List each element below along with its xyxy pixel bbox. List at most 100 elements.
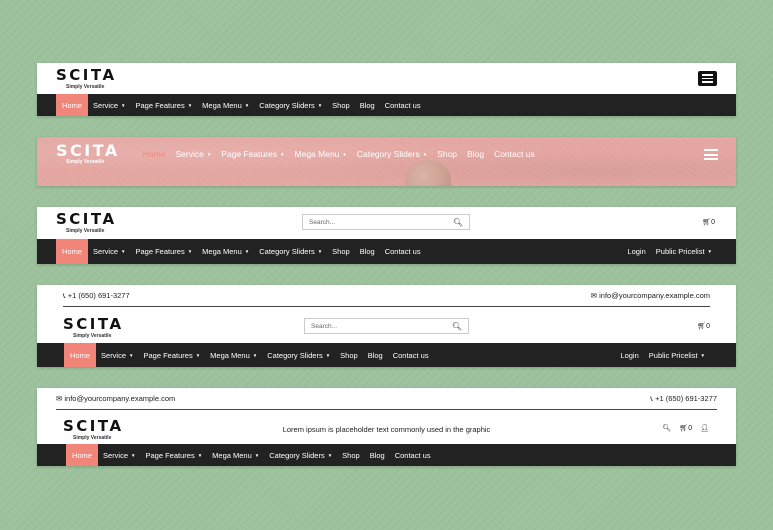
caret-down-icon: ▼ xyxy=(187,102,193,108)
caret-down-icon: ▼ xyxy=(327,452,333,458)
phone-link[interactable]: 📞︎ +1 (650) 691-3277 xyxy=(650,394,717,404)
caret-down-icon: ▼ xyxy=(342,151,347,157)
caret-down-icon: ▼ xyxy=(244,249,250,254)
cart-button[interactable]: 🛒︎0 xyxy=(697,322,710,330)
email-link[interactable]: ✉︎ info@yourcompany.example.com xyxy=(591,291,710,300)
header-top: SCITA Simply Versatile xyxy=(37,63,736,94)
hamburger-menu-icon[interactable] xyxy=(698,71,717,86)
nav-mega-menu[interactable]: Mega Menu ▼ xyxy=(197,239,254,264)
caret-down-icon: ▼ xyxy=(244,102,250,108)
phone-link[interactable]: 📞︎ +1 (650) 691-3277 xyxy=(63,291,130,301)
nav-category-sliders[interactable]: Category Sliders ▼ xyxy=(262,343,335,367)
brand-logo[interactable]: SCITA Simply Versatile xyxy=(56,65,117,90)
nav-mega-menu[interactable]: Mega Menu ▼ xyxy=(205,343,262,367)
nav-shop[interactable]: Shop xyxy=(327,239,355,264)
logo-tagline: Simply Versatile xyxy=(66,83,105,90)
nav-contact[interactable]: Contact us xyxy=(380,94,426,116)
brand-logo[interactable]: SCITA Simply Versatile xyxy=(56,143,120,166)
contact-bar: ✉︎ info@yourcompany.example.com 📞︎ +1 (6… xyxy=(56,388,717,410)
nav-home[interactable]: Home xyxy=(66,444,99,466)
nav-blog[interactable]: Blog xyxy=(462,149,489,159)
email-link[interactable]: ✉︎ info@yourcompany.example.com xyxy=(56,394,175,403)
nav-category-sliders[interactable]: Category Sliders ▼ xyxy=(264,444,337,466)
nav-shop[interactable]: Shop xyxy=(337,444,365,466)
caret-down-icon: ▼ xyxy=(129,352,134,358)
nav-page-features[interactable]: Page Features ▼ xyxy=(131,94,198,116)
hamburger-menu-icon[interactable] xyxy=(704,149,718,160)
nav-category-sliders[interactable]: Category Sliders ▼ xyxy=(254,239,327,264)
nav-home[interactable]: Home xyxy=(64,343,97,367)
cart-button[interactable]: 🛒︎0 xyxy=(702,218,715,226)
search-icon[interactable]: 🔍︎ xyxy=(662,424,671,432)
nav-home[interactable]: Home xyxy=(56,239,89,264)
nav-mega-menu[interactable]: Mega Menu ▼ xyxy=(290,149,352,159)
nav-blog[interactable]: Blog xyxy=(363,343,388,367)
nav-page-features[interactable]: Page Features ▼ xyxy=(141,444,208,466)
nav-category-sliders[interactable]: Category Sliders ▼ xyxy=(352,149,432,159)
nav-pricelist[interactable]: Public Pricelist ▼ xyxy=(651,239,717,264)
nav-blog[interactable]: Blog xyxy=(355,94,380,116)
search-icon[interactable]: 🔍︎ xyxy=(453,218,463,227)
main-nav: Home Service ▼ Page Features ▼ Mega Menu ▼ … xyxy=(37,239,736,264)
envelope-icon: ✉︎ xyxy=(590,291,598,300)
logo-tagline: Simply Versatile xyxy=(73,333,112,339)
logo-text: SCITA xyxy=(56,210,117,228)
nav-mega-menu[interactable]: Mega Menu ▼ xyxy=(207,444,264,466)
nav-shop[interactable]: Shop xyxy=(335,343,363,367)
search-placeholder: Search... xyxy=(311,322,338,330)
nav-page-features[interactable]: Page Features ▼ xyxy=(131,239,198,264)
nav-page-features[interactable]: Page Features ▼ xyxy=(216,149,289,159)
nav-login[interactable]: Login xyxy=(622,239,650,264)
nav-category-sliders[interactable]: Category Sliders ▼ xyxy=(254,94,327,116)
header-variant-1: SCITA Simply Versatile Home Service ▼ Pag… xyxy=(37,63,736,116)
header-variant-3-search: SCITA Simply Versatile Search... 🔍︎ 🛒︎0 … xyxy=(37,207,736,264)
header-variant-2-transparent: SCITA Simply Versatile Home Service ▼ Pag… xyxy=(37,137,736,186)
main-nav: Home Service ▼ Page Features ▼ Mega Menu ▼ … xyxy=(138,149,540,159)
cart-button[interactable]: 🛒︎0 xyxy=(679,424,692,432)
contact-bar: 📞︎ +1 (650) 691-3277 ✉︎ info@yourcompany… xyxy=(63,285,710,307)
nav-pricelist[interactable]: Public Pricelist ▼ xyxy=(644,343,710,367)
nav-page-features[interactable]: Page Features ▼ xyxy=(139,343,206,367)
nav-contact[interactable]: Contact us xyxy=(390,444,436,466)
logo-tagline: Simply Versatile xyxy=(73,435,112,441)
nav-service[interactable]: Service ▼ xyxy=(170,149,216,159)
nav-service[interactable]: Service ▼ xyxy=(96,343,138,367)
header-text: Lorem ipsum is placeholder text commonly… xyxy=(282,425,491,434)
search-input[interactable]: Search... 🔍︎ xyxy=(302,214,470,230)
caret-down-icon: ▼ xyxy=(187,249,193,254)
nav-service[interactable]: Service ▼ xyxy=(98,444,140,466)
logo-tagline: Simply Versatile xyxy=(66,159,105,165)
nav-mega-menu[interactable]: Mega Menu ▼ xyxy=(197,94,254,116)
main-nav: Home Service ▼ Page Features ▼ Mega Menu ▼ … xyxy=(37,343,736,367)
cart-icon: 🛒︎ xyxy=(697,323,707,330)
user-icon[interactable]: 👤︎ xyxy=(700,424,709,432)
nav-home[interactable]: Home xyxy=(138,149,171,159)
phone-icon: 📞︎ xyxy=(63,290,66,300)
nav-contact[interactable]: Contact us xyxy=(489,149,540,159)
caret-down-icon: ▼ xyxy=(325,352,331,358)
nav-right: Login Public Pricelist ▼ xyxy=(615,343,710,367)
search-icon[interactable]: 🔍︎ xyxy=(452,322,462,331)
nav-contact[interactable]: Contact us xyxy=(380,239,426,264)
caret-down-icon: ▼ xyxy=(422,151,428,157)
nav-shop[interactable]: Shop xyxy=(327,94,355,116)
header-variant-5-text: ✉︎ info@yourcompany.example.com 📞︎ +1 (6… xyxy=(37,388,736,466)
nav-service[interactable]: Service ▼ xyxy=(88,239,130,264)
nav-right: Login Public Pricelist ▼ xyxy=(622,239,717,264)
nav-blog[interactable]: Blog xyxy=(355,239,380,264)
main-nav: Home Service ▼ Page Features ▼ Mega Menu ▼ … xyxy=(56,444,736,466)
nav-blog[interactable]: Blog xyxy=(365,444,390,466)
nav-home[interactable]: Home xyxy=(56,94,89,116)
logo-text: SCITA xyxy=(63,315,124,333)
brand-logo[interactable]: SCITA Simply Versatile xyxy=(56,210,117,235)
brand-logo[interactable]: SCITA Simply Versatile xyxy=(63,315,124,340)
nav-login[interactable]: Login xyxy=(615,343,643,367)
nav-contact[interactable]: Contact us xyxy=(388,343,434,367)
nav-service[interactable]: Service ▼ xyxy=(88,94,130,116)
logo-text: SCITA xyxy=(56,65,117,84)
cart-icon: 🛒︎ xyxy=(702,219,712,226)
envelope-icon: ✉︎ xyxy=(56,394,63,403)
logo-tagline: Simply Versatile xyxy=(66,228,105,234)
search-input[interactable]: Search... 🔍︎ xyxy=(304,318,469,334)
nav-shop[interactable]: Shop xyxy=(432,149,462,159)
